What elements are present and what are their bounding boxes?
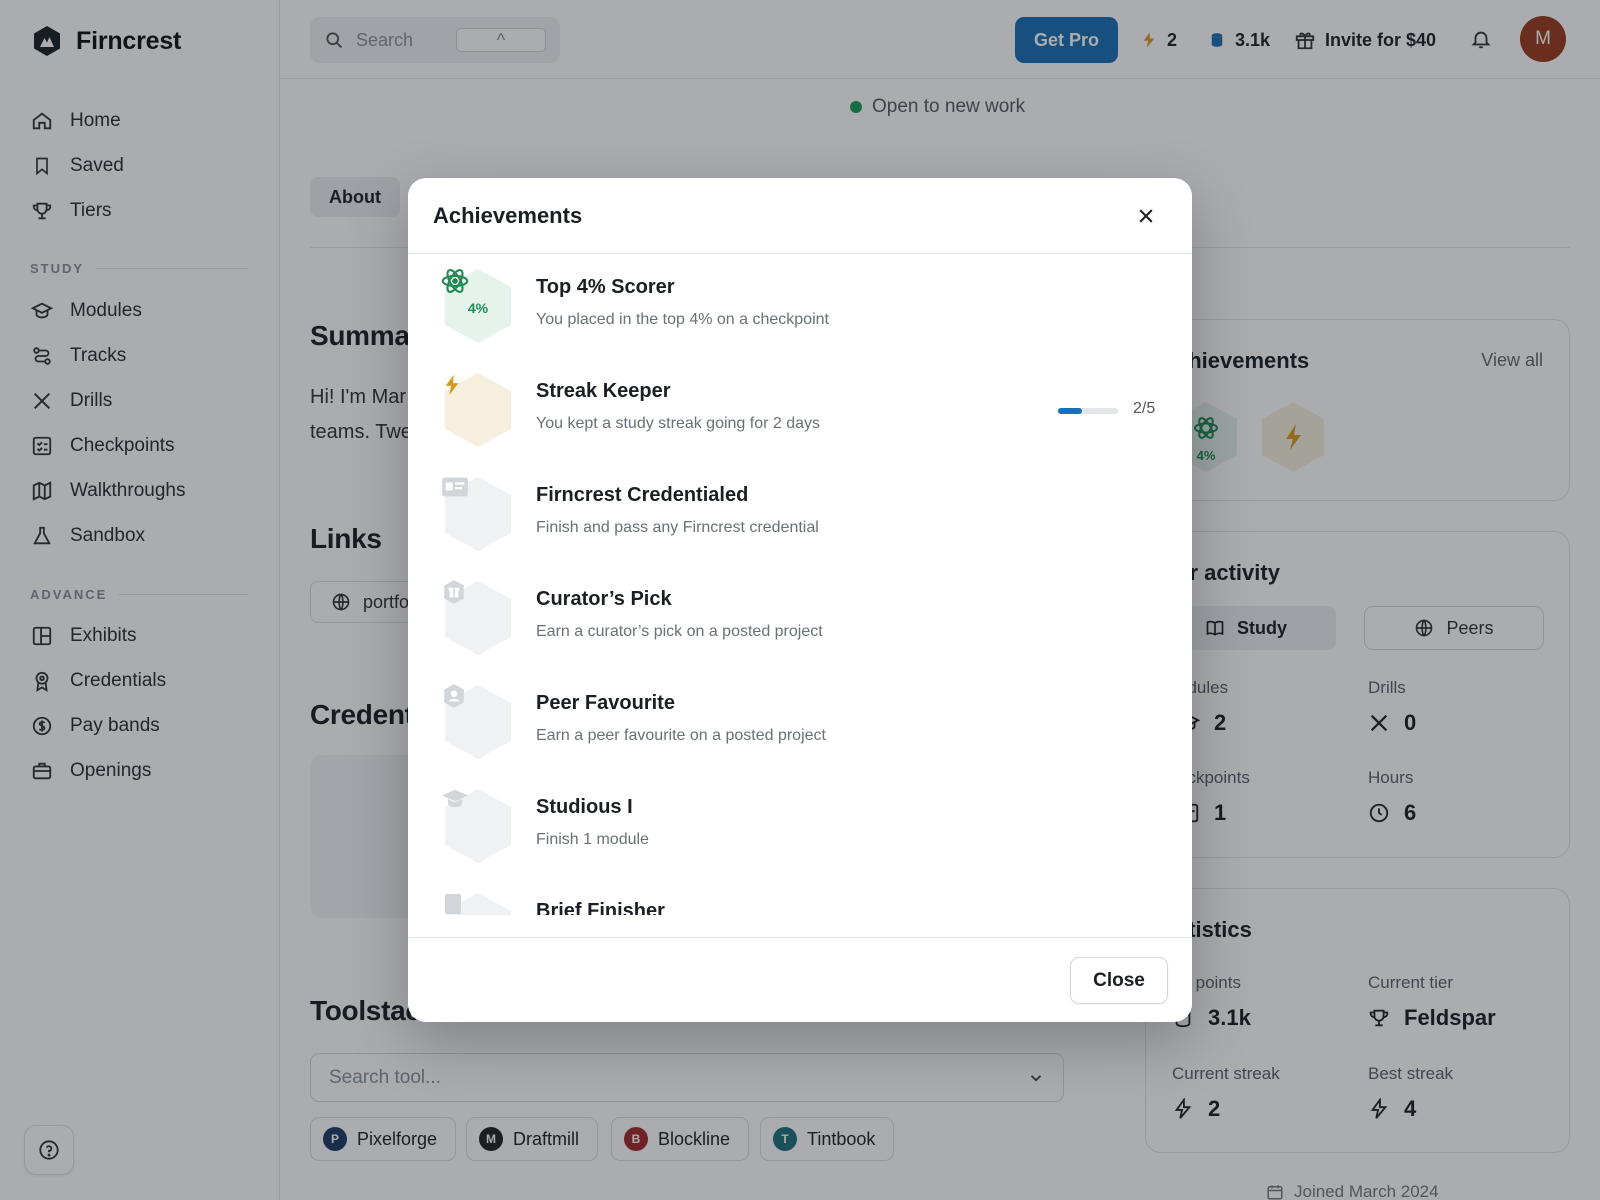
achievement-title: Peer Favourite bbox=[536, 692, 675, 714]
achievement-title: Studious I bbox=[536, 796, 633, 818]
achievement-item[interactable]: Curator’s Pick Earn a curator’s pick on … bbox=[408, 567, 1192, 671]
achievement-title: Top 4% Scorer bbox=[536, 276, 675, 298]
achievement-item[interactable]: Peer Favourite Earn a peer favourite on … bbox=[408, 671, 1192, 775]
close-button[interactable]: Close bbox=[1070, 957, 1168, 1004]
achievement-title: Firncrest Credentialed bbox=[536, 484, 749, 506]
achievement-description: Finish and pass any Firncrest credential bbox=[536, 519, 819, 536]
achievement-badge bbox=[441, 683, 515, 761]
modal-title: Achievements bbox=[433, 203, 583, 228]
achievement-badge bbox=[441, 371, 515, 449]
achievement-description: You placed in the top 4% on a checkpoint bbox=[536, 311, 829, 328]
badge-label: 4% bbox=[467, 300, 489, 316]
achievement-item[interactable]: 4% Top 4% Scorer You placed in the top 4… bbox=[408, 255, 1192, 359]
achievements-modal: Achievements 4% Top 4% Scorer You placed… bbox=[408, 178, 1192, 1022]
modal-footer: Close bbox=[408, 937, 1192, 1022]
achievement-title: Brief Finisher bbox=[536, 900, 665, 915]
achievement-description: Earn a peer favourite on a posted projec… bbox=[536, 727, 826, 744]
achievement-title: Streak Keeper bbox=[536, 380, 671, 402]
achievement-description: Earn a curator’s pick on a posted projec… bbox=[536, 623, 823, 640]
modal-close-icon-button[interactable] bbox=[1130, 200, 1162, 232]
achievement-item[interactable]: Firncrest Credentialed Finish and pass a… bbox=[408, 463, 1192, 567]
achievement-item[interactable]: Studious I Finish 1 module bbox=[408, 775, 1192, 879]
achievement-description: Finish 1 module bbox=[536, 831, 649, 848]
achievement-item[interactable]: Streak Keeper You kept a study streak go… bbox=[408, 359, 1192, 463]
achievement-badge bbox=[441, 891, 515, 915]
achievement-badge bbox=[441, 787, 515, 865]
achievement-badge: 4% bbox=[441, 267, 515, 345]
achievement-description: You kept a study streak going for 2 days bbox=[536, 415, 821, 432]
achievement-progress-text: 2/5 bbox=[1133, 400, 1156, 417]
close-icon bbox=[1136, 206, 1156, 226]
achievements-list[interactable]: 4% Top 4% Scorer You placed in the top 4… bbox=[408, 255, 1192, 915]
achievement-badge bbox=[441, 579, 515, 657]
achievement-badge bbox=[441, 475, 515, 553]
achievement-title: Curator’s Pick bbox=[536, 588, 672, 610]
modal-header: Achievements bbox=[408, 178, 1192, 254]
achievement-item[interactable]: Brief Finisher bbox=[408, 879, 1192, 915]
progress-fill bbox=[1058, 408, 1082, 414]
achievement-progress-bar bbox=[1058, 408, 1118, 414]
